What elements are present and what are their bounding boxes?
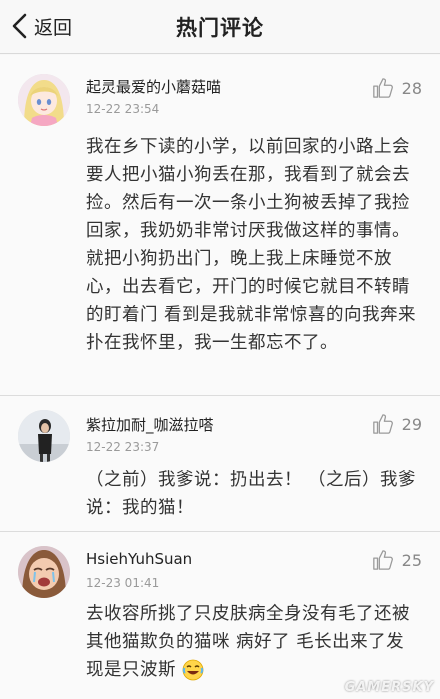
- comment-text-content: 去收容所挑了只皮肤病全身没有毛了还被其他猫欺负的猫咪 病好了 毛长出来了发现是只…: [86, 604, 410, 680]
- thumbs-up-icon: [372, 78, 393, 98]
- like-button[interactable]: 29: [372, 413, 422, 435]
- comment-text: 去收容所挑了只皮肤病全身没有毛了还被其他猫欺负的猫咪 病好了 毛长出来了发现是只…: [86, 600, 420, 684]
- avatar[interactable]: [18, 74, 70, 126]
- like-button[interactable]: 28: [372, 77, 422, 99]
- watermark: GAMERSKY: [344, 680, 434, 695]
- comment-list: 起灵最爱的小蘑菇喵 12-22 23:54 28 我在乡下读的小学，以前回家的小…: [0, 55, 440, 699]
- thumbs-up-icon: [372, 414, 393, 434]
- like-button[interactable]: 25: [372, 549, 422, 571]
- thumbs-up-icon: [372, 550, 393, 570]
- comment-username[interactable]: 紫拉加耐_咖滋拉嗒: [86, 414, 214, 435]
- anime-girl-avatar-icon: [18, 74, 70, 126]
- comment-time: 12-22 23:37: [86, 440, 160, 454]
- comment-text: 我在乡下读的小学，以前回家的小路上会要人把小猫小狗丢在那，我看到了就会去捡。然后…: [86, 137, 417, 353]
- comment-time: 12-23 01:41: [86, 576, 160, 590]
- avatar[interactable]: [18, 410, 70, 462]
- comment-time: 12-22 23:54: [86, 102, 160, 116]
- laughing-crying-emoji-icon: [182, 659, 204, 681]
- comment-username[interactable]: HsiehYuhSuan: [86, 550, 192, 568]
- navigation-bar: 返回 热门评论: [0, 0, 440, 54]
- page-title: 热门评论: [176, 16, 264, 40]
- comment-username[interactable]: 起灵最爱的小蘑菇喵: [86, 76, 221, 97]
- photo-avatar-icon: [18, 410, 70, 462]
- comment-item: 起灵最爱的小蘑菇喵 12-22 23:54 28 我在乡下读的小学，以前回家的小…: [0, 55, 440, 396]
- like-count: 29: [401, 414, 422, 434]
- like-count: 28: [401, 78, 422, 98]
- avatar[interactable]: [18, 546, 70, 598]
- like-count: 25: [401, 550, 422, 570]
- comment-text: （之前）我爹说：扔出去！ （之后）我爹说：我的猫！: [86, 470, 417, 518]
- comment-item: 紫拉加耐_咖滋拉嗒 12-22 23:37 29 （之前）我爹说：扔出去！ （之…: [0, 396, 440, 532]
- comment-item: HsiehYuhSuan 12-23 01:41 25 去收容所挑了只皮肤病全身…: [0, 532, 440, 699]
- cartoon-crying-avatar-icon: [18, 546, 70, 598]
